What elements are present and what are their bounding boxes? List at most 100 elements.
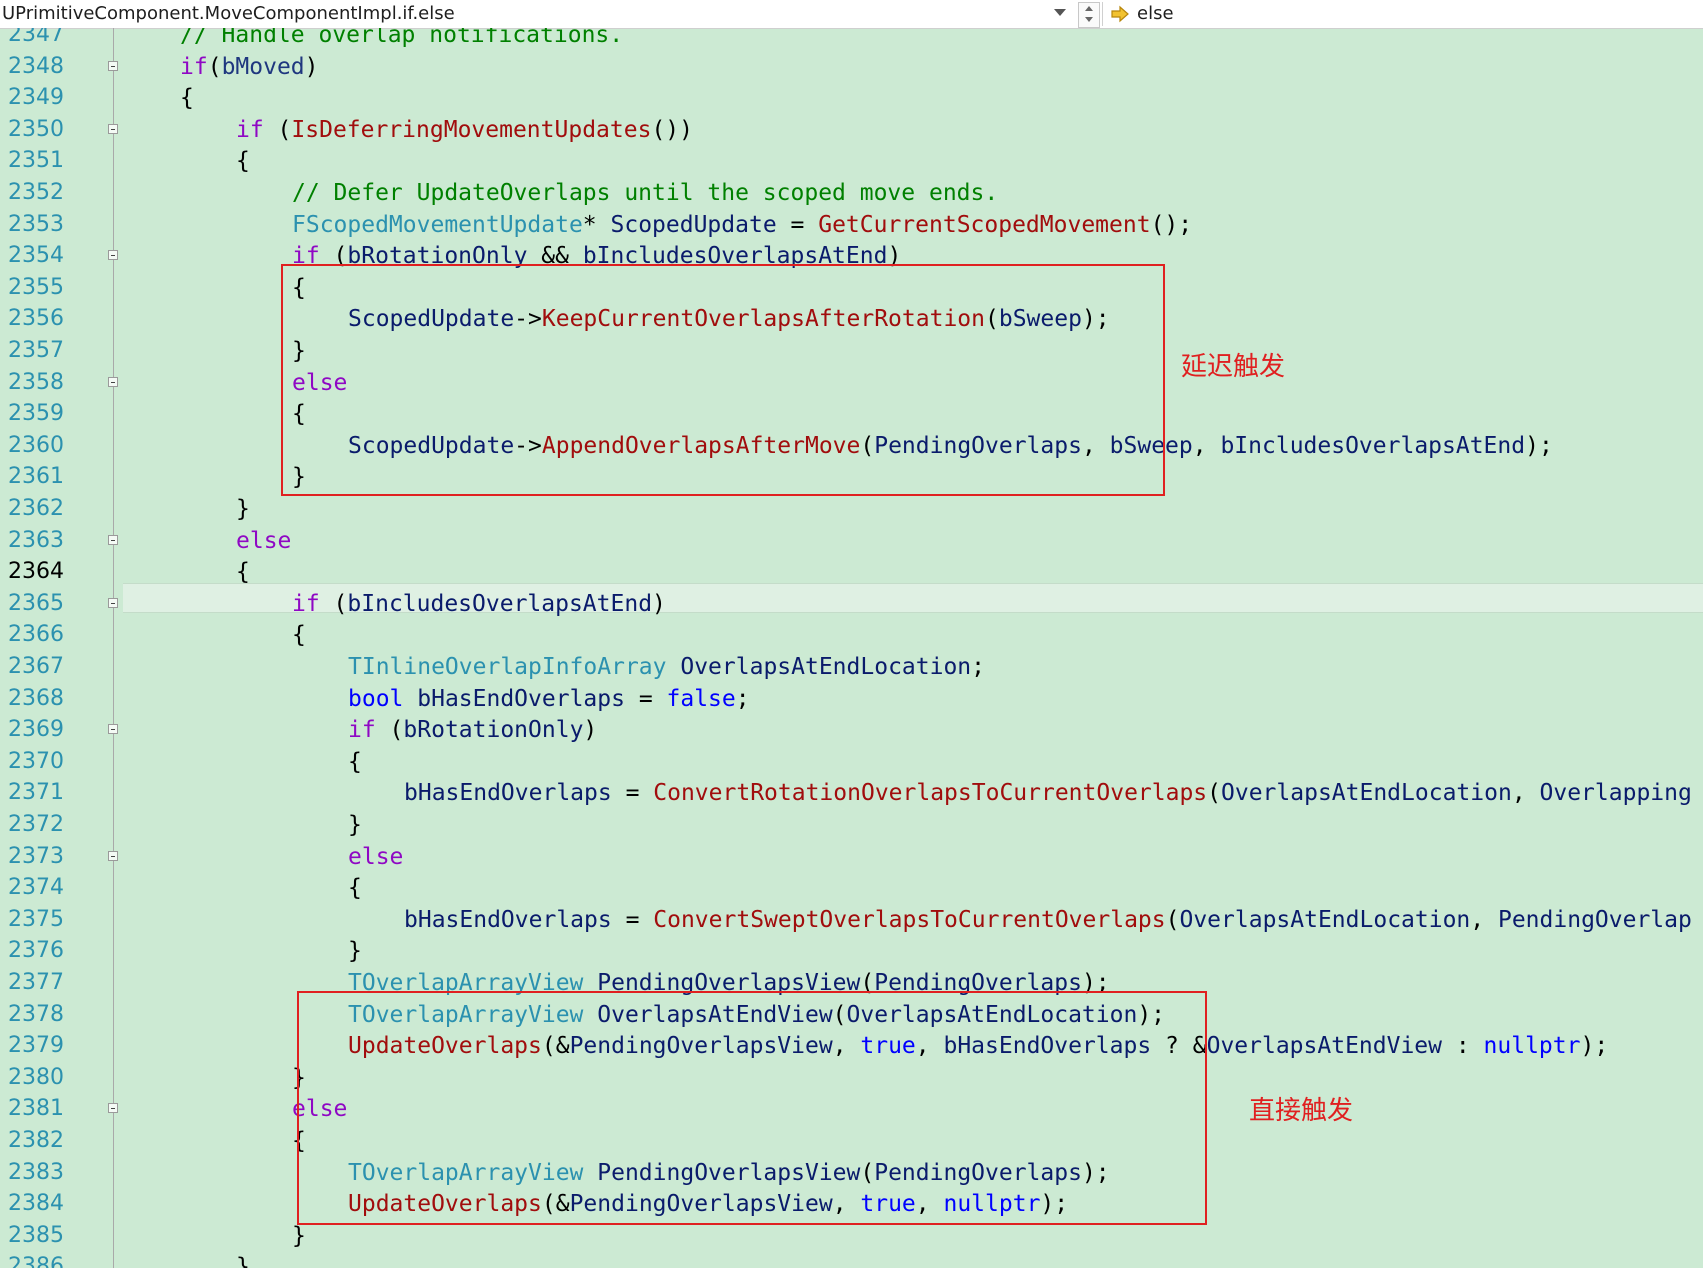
code-line[interactable]: 2373 else: [0, 841, 1703, 873]
code-line[interactable]: 2374 {: [0, 872, 1703, 904]
annotation-deferred: 延迟触发: [1181, 352, 1286, 382]
code-token: // Defer UpdateOverlaps until the scoped…: [292, 180, 999, 206]
code-line[interactable]: 2369 if (bRotationOnly): [0, 714, 1703, 746]
code-line[interactable]: 2365 if (bIncludesOverlapsAtEnd): [0, 588, 1703, 620]
code-text[interactable]: if (bIncludesOverlapsAtEnd): [292, 591, 666, 617]
code-text[interactable]: {: [236, 148, 250, 174]
code-line[interactable]: 2366 {: [0, 619, 1703, 651]
collapse-icon[interactable]: [108, 597, 118, 608]
collapse-icon[interactable]: [108, 60, 118, 71]
code-line[interactable]: 2350 if (IsDeferringMovementUpdates()): [0, 114, 1703, 146]
line-number: 2367: [8, 654, 64, 679]
code-line[interactable]: 2348 if(bMoved): [0, 51, 1703, 83]
code-token: bHasEndOverlaps: [404, 780, 612, 807]
line-number: 2353: [8, 211, 64, 237]
code-token: if: [292, 590, 320, 617]
code-token: =: [776, 211, 819, 238]
code-text[interactable]: if (bRotationOnly): [348, 717, 597, 743]
scope-dropdown[interactable]: UPrimitiveComponent.MoveComponentImpl.if…: [2, 1, 455, 27]
code-text[interactable]: FScopedMovementUpdate* ScopedUpdate = Ge…: [292, 212, 1192, 238]
code-line[interactable]: 2362}: [0, 493, 1703, 525]
collapse-icon[interactable]: [108, 724, 118, 735]
code-text[interactable]: bool bHasEndOverlaps = false;: [348, 686, 750, 712]
collapse-icon[interactable]: [108, 123, 118, 134]
line-number: 2360: [8, 432, 64, 458]
code-text[interactable]: }: [292, 1223, 306, 1249]
code-line[interactable]: 2363 else: [0, 525, 1703, 557]
line-number: 2357: [8, 338, 64, 363]
code-line[interactable]: 2368 bool bHasEndOverlaps = false;: [0, 683, 1703, 715]
code-line[interactable]: 2372}: [0, 809, 1703, 841]
code-text[interactable]: // Handle overlap notifications.: [180, 28, 623, 48]
code-text[interactable]: TInlineOverlapInfoArray OverlapsAtEndLoc…: [348, 654, 985, 680]
line-number: 2372: [8, 812, 64, 837]
chevron-up-icon[interactable]: [1085, 6, 1093, 11]
code-token: bIncludesOverlapsAtEnd: [1220, 432, 1526, 459]
code-token: FScopedMovementUpdate: [292, 211, 583, 238]
collapse-icon[interactable]: [108, 534, 118, 545]
code-line[interactable]: 2347 // Handle overlap notifications.: [0, 28, 1703, 51]
code-token: if: [180, 53, 208, 80]
member-dropdown[interactable]: else: [1137, 1, 1174, 27]
code-token: (: [207, 53, 222, 80]
code-line[interactable]: 2375 bHasEndOverlaps = ConvertSweptOverla…: [0, 904, 1703, 936]
code-line[interactable]: 2353 FScopedMovementUpdate* ScopedUpdate …: [0, 209, 1703, 241]
code-text[interactable]: else: [236, 528, 291, 554]
code-token: =: [624, 685, 667, 712]
line-number: 2352: [8, 180, 64, 205]
code-line[interactable]: 2352 // Defer UpdateOverlaps until the sc…: [0, 177, 1703, 209]
code-editor[interactable]: 2347 // Handle overlap notifications. 2348…: [0, 28, 1703, 1268]
code-line[interactable]: 2376}: [0, 935, 1703, 967]
code-line[interactable]: 2364 {: [0, 556, 1703, 588]
code-token: {: [180, 85, 194, 112]
line-number: 2382: [8, 1128, 64, 1153]
line-number: 2363: [8, 527, 64, 553]
line-number: 2347: [8, 28, 64, 47]
collapse-icon[interactable]: [108, 376, 118, 387]
code-text[interactable]: {: [292, 622, 306, 648]
code-token: (: [1207, 780, 1222, 807]
code-token: {: [292, 622, 306, 649]
code-text[interactable]: bHasEndOverlaps = ConvertRotationOverlap…: [404, 780, 1692, 806]
code-text[interactable]: if(bMoved): [180, 54, 319, 80]
code-text[interactable]: }: [236, 1254, 250, 1268]
code-token: );: [1580, 1033, 1609, 1060]
code-token: if: [236, 116, 264, 143]
code-text[interactable]: if (IsDeferringMovementUpdates()): [236, 117, 693, 143]
code-text[interactable]: {: [236, 559, 250, 585]
chevron-down-icon[interactable]: [1085, 17, 1093, 22]
chevron-down-icon[interactable]: [1054, 9, 1066, 16]
code-token: ): [583, 717, 598, 744]
line-number: 2380: [8, 1064, 64, 1090]
code-text[interactable]: {: [348, 875, 362, 901]
code-line[interactable]: 2370 {: [0, 746, 1703, 778]
collapse-icon[interactable]: [108, 1103, 118, 1114]
code-text[interactable]: {: [348, 749, 362, 775]
code-token: // Handle overlap notifications.: [180, 28, 624, 48]
code-text[interactable]: }: [348, 938, 362, 964]
code-token: Overlapping: [1539, 780, 1692, 807]
code-line[interactable]: 2367 TInlineOverlapInfoArray OverlapsAtEn…: [0, 651, 1703, 683]
code-line[interactable]: 2349 {: [0, 82, 1703, 114]
code-text[interactable]: {: [180, 85, 194, 111]
collapse-icon[interactable]: [108, 250, 118, 261]
line-number: 2383: [8, 1159, 64, 1185]
code-token: =: [611, 780, 654, 807]
scroll-spinner[interactable]: [1078, 2, 1100, 28]
code-token: (: [1165, 906, 1180, 933]
code-text[interactable]: // Defer UpdateOverlaps until the scoped…: [292, 180, 998, 206]
line-number: 2371: [8, 780, 64, 806]
line-number: 2381: [8, 1096, 64, 1122]
code-token: GetCurrentScopedMovement: [818, 211, 1151, 238]
code-text[interactable]: else: [348, 844, 403, 870]
code-text[interactable]: }: [236, 496, 250, 522]
code-text[interactable]: }: [348, 812, 362, 838]
code-token: ): [652, 590, 666, 617]
code-text[interactable]: bHasEndOverlaps = ConvertSweptOverlapsTo…: [404, 907, 1692, 933]
code-line[interactable]: 2351 {: [0, 145, 1703, 177]
code-line[interactable]: 2386}: [0, 1251, 1703, 1268]
collapse-icon[interactable]: [108, 850, 118, 861]
code-token: bHasEndOverlaps: [417, 685, 625, 712]
code-line[interactable]: 2371 bHasEndOverlaps = ConvertRotationOve…: [0, 777, 1703, 809]
